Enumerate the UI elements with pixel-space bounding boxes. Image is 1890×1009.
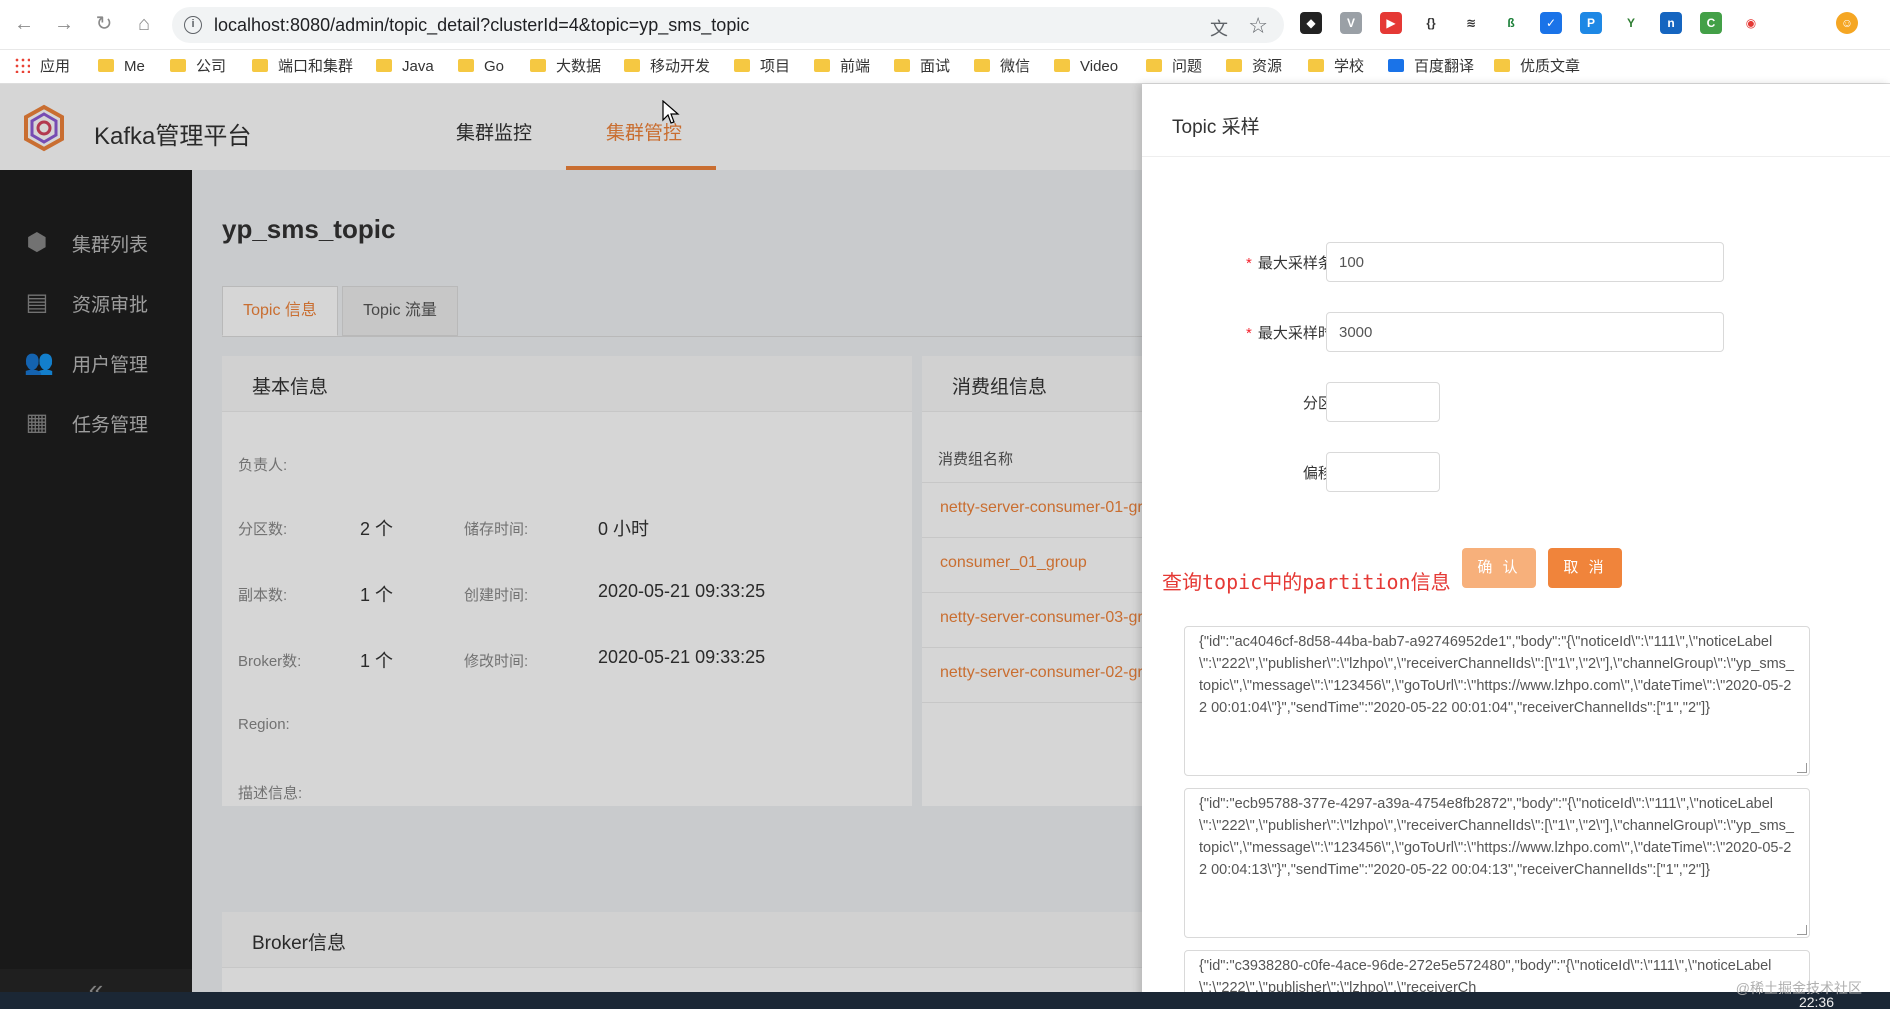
bookmark-item[interactable]: 项目 <box>734 56 790 78</box>
extension-gift-icon[interactable]: ß <box>1500 12 1522 34</box>
taskbar-clock: 22:36 <box>1798 994 1834 1009</box>
max-count-input[interactable] <box>1326 242 1724 282</box>
folder-icon <box>624 59 640 72</box>
browser-toolbar: ← → ↻ ⌂ i localhost:8080/admin/topic_det… <box>0 0 1890 50</box>
profile-avatar-icon[interactable]: ☺ <box>1836 12 1858 34</box>
extension-json-icon[interactable]: {} <box>1420 12 1442 34</box>
extension-pocket-icon[interactable]: ✓ <box>1540 12 1562 34</box>
red-annotation-text: 查询topic中的partition信息 <box>1162 570 1451 594</box>
folder-icon <box>252 59 268 72</box>
extension-c-icon[interactable]: C <box>1700 12 1722 34</box>
topic-sample-drawer: Topic 采样 *最大采样条数: *最大采样时间: 分区号: 偏移量: 确 认… <box>1142 84 1890 1009</box>
modal-mask[interactable] <box>0 84 1142 1009</box>
drawer-title: Topic 采样 <box>1172 117 1260 138</box>
extension-v-icon[interactable]: V <box>1340 12 1362 34</box>
folder-icon <box>1494 59 1510 72</box>
bookmark-item[interactable]: 端口和集群 <box>252 56 353 78</box>
address-bar[interactable]: i localhost:8080/admin/topic_detail?clus… <box>172 7 1284 43</box>
extension-fish-icon[interactable]: ◆ <box>1300 12 1322 34</box>
resize-handle-icon[interactable] <box>1797 925 1807 935</box>
sample-message-text: {"id":"ac4046cf-8d58-44ba-bab7-a92746952… <box>1199 634 1794 716</box>
home-icon[interactable]: ⌂ <box>132 12 156 36</box>
confirm-button[interactable]: 确 认 <box>1462 548 1536 588</box>
bookmark-item[interactable]: 学校 <box>1308 56 1364 78</box>
bookmark-item[interactable]: 百度翻译 <box>1388 56 1474 78</box>
site-info-icon[interactable]: i <box>184 16 202 34</box>
bookmark-item[interactable]: 资源 <box>1226 56 1282 78</box>
cancel-button[interactable]: 取 消 <box>1548 548 1622 588</box>
bookmark-item[interactable]: 优质文章 <box>1494 56 1580 78</box>
folder-icon <box>1146 59 1162 72</box>
sample-message-textarea[interactable]: {"id":"ecb95788-377e-4297-a39a-4754e8fb2… <box>1184 788 1810 938</box>
sample-message-text: {"id":"c3938280-c0fe-4ace-96de-272e5e572… <box>1199 958 1772 996</box>
bookmark-item[interactable]: 问题 <box>1146 56 1202 78</box>
folder-icon <box>376 59 392 72</box>
bookmark-item[interactable]: Me <box>98 56 145 78</box>
bookmark-item[interactable]: Go <box>458 56 504 78</box>
mouse-cursor-icon <box>662 100 680 124</box>
bookmark-star-icon[interactable]: ☆ <box>1248 13 1268 39</box>
extension-p-icon[interactable]: P <box>1580 12 1602 34</box>
bookmark-apps[interactable]: 应用 <box>14 56 70 78</box>
apps-grid-icon <box>14 57 30 73</box>
folder-icon <box>170 59 186 72</box>
os-taskbar <box>0 992 1890 1009</box>
folder-icon <box>734 59 750 72</box>
bookmark-item[interactable]: 微信 <box>974 56 1030 78</box>
bookmark-item[interactable]: 公司 <box>170 56 226 78</box>
extension-youtube-icon[interactable]: ▶ <box>1380 12 1402 34</box>
extension-leaf-icon[interactable]: Y <box>1620 12 1642 34</box>
sample-message-text: {"id":"ecb95788-377e-4297-a39a-4754e8fb2… <box>1199 796 1794 878</box>
translate-bookmark-icon <box>1388 59 1404 72</box>
translate-icon[interactable]: 文 <box>1210 15 1228 41</box>
folder-icon <box>894 59 910 72</box>
drawer-divider <box>1142 156 1890 157</box>
bookmark-item[interactable]: 前端 <box>814 56 870 78</box>
extension-n-icon[interactable]: n <box>1660 12 1682 34</box>
back-arrow-icon[interactable]: ← <box>12 12 36 36</box>
folder-icon <box>1226 59 1242 72</box>
extension-chart-icon[interactable]: ≋ <box>1460 12 1482 34</box>
bookmark-item[interactable]: Video <box>1054 56 1118 78</box>
folder-icon <box>814 59 830 72</box>
resize-handle-icon[interactable] <box>1797 763 1807 773</box>
bookmark-item[interactable]: Java <box>376 56 434 78</box>
kafka-admin-app: Kafka管理平台 集群监控 集群管控 ⬢ 集群列表 ▤ 资源审批 👥 用户管理… <box>0 84 1890 1009</box>
url-text[interactable]: localhost:8080/admin/topic_detail?cluste… <box>214 15 749 36</box>
folder-icon <box>1054 59 1070 72</box>
max-time-input[interactable] <box>1326 312 1724 352</box>
partition-input[interactable] <box>1326 382 1440 422</box>
folder-icon <box>1308 59 1324 72</box>
bookmark-item[interactable]: 面试 <box>894 56 950 78</box>
bookmarks-bar: 应用 Me 公司 端口和集群 Java Go 大数据 移动开发 项目 前端 面试… <box>0 50 1890 84</box>
reload-icon[interactable]: ↻ <box>92 12 116 36</box>
bookmark-item[interactable]: 大数据 <box>530 56 601 78</box>
forward-arrow-icon[interactable]: → <box>52 12 76 36</box>
extension-weibo-icon[interactable]: ◉ <box>1740 12 1762 34</box>
folder-icon <box>98 59 114 72</box>
bookmark-item[interactable]: 移动开发 <box>624 56 710 78</box>
folder-icon <box>974 59 990 72</box>
sample-message-textarea[interactable]: {"id":"ac4046cf-8d58-44ba-bab7-a92746952… <box>1184 626 1810 776</box>
folder-icon <box>458 59 474 72</box>
offset-input[interactable] <box>1326 452 1440 492</box>
folder-icon <box>530 59 546 72</box>
